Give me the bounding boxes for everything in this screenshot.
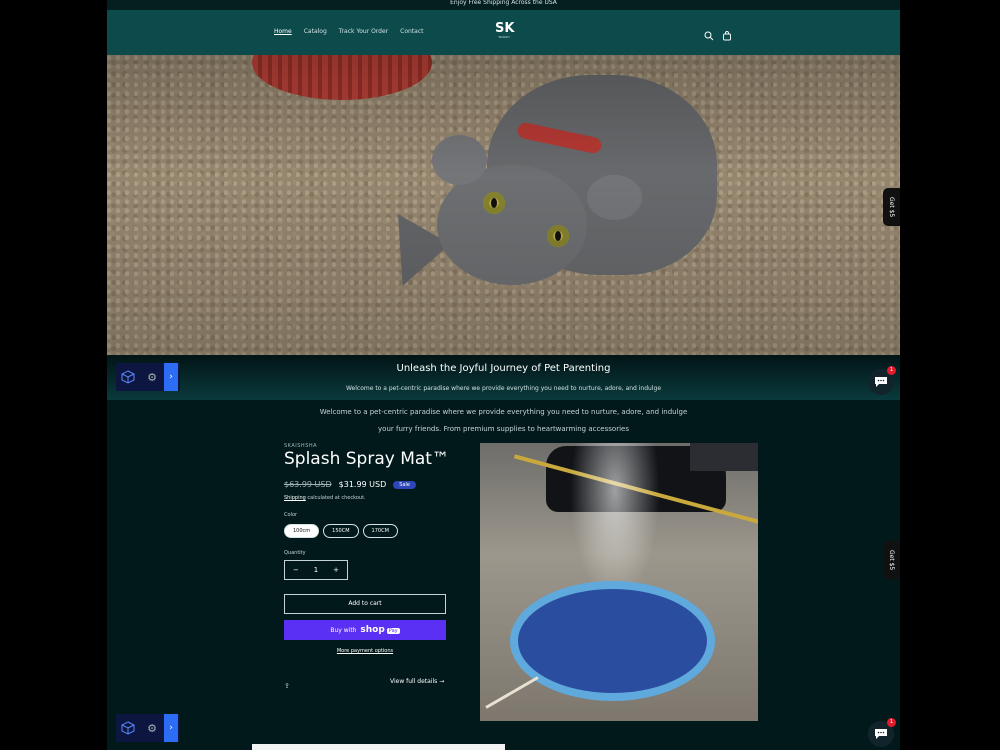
- gear-icon[interactable]: ⚙: [140, 363, 164, 391]
- sale-badge: Sale: [393, 480, 416, 489]
- nav-home[interactable]: Home: [274, 28, 292, 35]
- shipping-link[interactable]: Shipping: [284, 495, 306, 501]
- hero-text: Welcome to a pet-centric paradise where …: [345, 385, 662, 392]
- hero-caption-band: Unleash the Joyful Journey of Pet Parent…: [107, 355, 900, 400]
- splash-mat: [510, 581, 715, 701]
- store-logo[interactable]: SK SKAISH: [495, 21, 515, 39]
- shop-pay-button[interactable]: Buy with shop Pay: [284, 620, 446, 640]
- pay-badge: Pay: [386, 628, 400, 634]
- chevron-right-icon[interactable]: ›: [164, 363, 178, 391]
- chat-unread-badge: 1: [887, 718, 896, 727]
- shipping-note: Shipping calculated at checkout.: [284, 495, 366, 501]
- nav-track-order[interactable]: Track Your Order: [339, 28, 388, 35]
- intro-text: Welcome to a pet-centric paradise where …: [107, 404, 900, 438]
- add-to-cart-button[interactable]: Add to cart: [284, 594, 446, 614]
- get5-tab-bottom[interactable]: Get $5: [883, 541, 900, 579]
- product-title: Splash Spray Mat™: [284, 449, 449, 469]
- color-option-100cm[interactable]: 100cm: [284, 524, 320, 538]
- hero-heading: Unleash the Joyful Journey of Pet Parent…: [396, 363, 611, 374]
- more-payment-options-link[interactable]: More payment options: [284, 648, 446, 654]
- view-full-details-link[interactable]: View full details →: [390, 678, 444, 685]
- page: Enjoy Free Shipping Across the USA Home …: [107, 0, 900, 750]
- color-options: 100cm 150CM 170CM: [284, 524, 398, 538]
- shop-wordmark: shop: [360, 625, 385, 635]
- announcement-bar: Enjoy Free Shipping Across the USA: [107, 0, 900, 10]
- main-nav: Home Catalog Track Your Order Contact: [274, 28, 423, 35]
- water-spray: [570, 443, 660, 603]
- chat-button-top[interactable]: 1: [868, 366, 896, 395]
- hero-image: [107, 55, 900, 355]
- old-price: $63.99 USD: [284, 480, 332, 489]
- quantity-label: Quantity: [284, 550, 306, 556]
- header-icons: [704, 26, 732, 45]
- featured-product: SKAISHSHA Splash Spray Mat™ $63.99 USD $…: [107, 440, 900, 721]
- get5-tab-top[interactable]: Get $5: [883, 188, 900, 226]
- intro-line-2: your furry friends. From premium supplie…: [378, 425, 629, 433]
- buy-with-label: Buy with: [330, 627, 357, 634]
- share-icon[interactable]: ⇪: [284, 682, 290, 690]
- logo-mark: SK: [495, 21, 515, 36]
- shipping-text: calculated at checkout.: [305, 495, 366, 501]
- header: Home Catalog Track Your Order Contact SK…: [107, 10, 900, 55]
- product-image[interactable]: [480, 443, 758, 721]
- chevron-right-icon[interactable]: ›: [164, 714, 178, 742]
- minus-icon[interactable]: −: [293, 566, 299, 574]
- sale-price: $31.99 USD: [338, 480, 387, 489]
- chat-icon: [875, 729, 887, 739]
- color-option-170cm[interactable]: 170CM: [362, 524, 398, 538]
- quantity-value[interactable]: 1: [314, 566, 318, 574]
- gear-icon[interactable]: ⚙: [140, 714, 164, 742]
- color-option-150cm[interactable]: 150CM: [323, 524, 359, 538]
- nav-catalog[interactable]: Catalog: [304, 28, 327, 35]
- cube-icon[interactable]: [116, 714, 140, 742]
- price-row: $63.99 USD $31.99 USD Sale: [284, 480, 416, 489]
- nav-contact[interactable]: Contact: [400, 28, 423, 35]
- cube-icon[interactable]: [116, 363, 140, 391]
- color-label: Color: [284, 512, 298, 518]
- accessibility-widget-bottom[interactable]: ⚙ ›: [116, 714, 180, 742]
- plus-icon[interactable]: +: [333, 566, 339, 574]
- intro-line-1: Welcome to a pet-centric paradise where …: [319, 408, 688, 416]
- chat-icon: [875, 377, 887, 387]
- chat-button-bottom[interactable]: 1: [868, 718, 896, 747]
- cart-icon[interactable]: [722, 26, 732, 45]
- search-icon[interactable]: [704, 26, 714, 45]
- next-section-card: [252, 744, 505, 750]
- chat-unread-badge: 1: [887, 366, 896, 375]
- accessibility-widget-top[interactable]: ⚙ ›: [116, 363, 180, 391]
- quantity-stepper: − 1 +: [284, 560, 348, 580]
